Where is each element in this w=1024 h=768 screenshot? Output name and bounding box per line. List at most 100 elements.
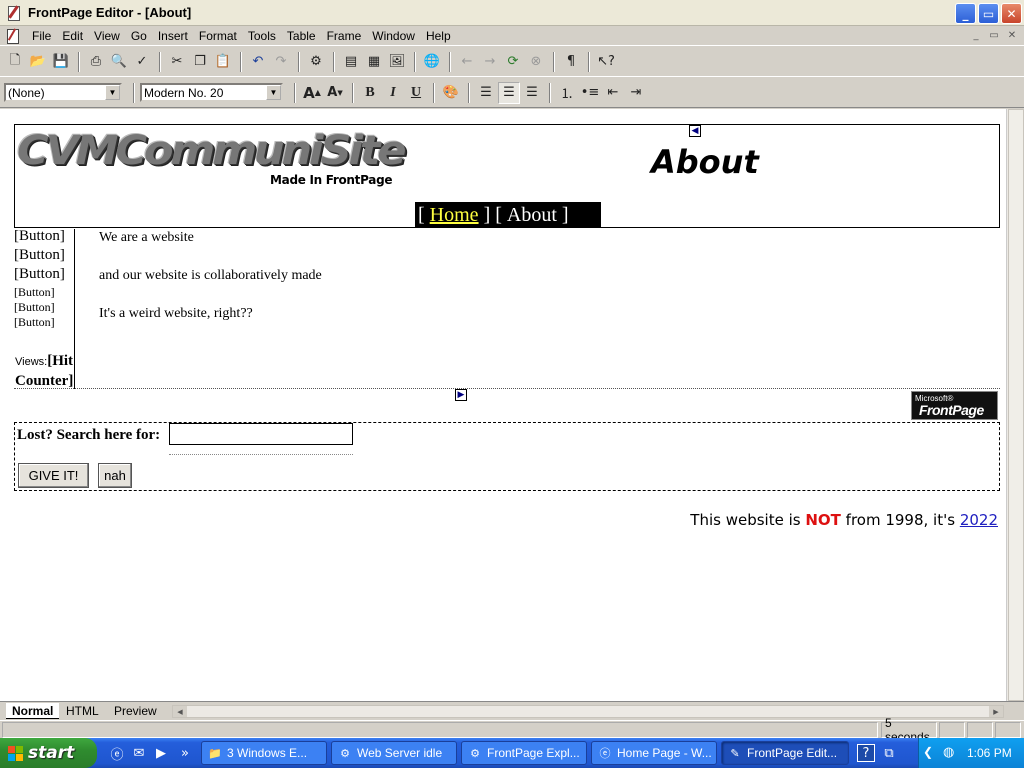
taskbar-frontpage-explorer[interactable]: ⚙ FrontPage Expl... bbox=[461, 741, 587, 765]
back-icon[interactable]: ← bbox=[456, 51, 478, 73]
hyperlink-icon[interactable]: 🌐 bbox=[421, 51, 443, 73]
increase-indent-icon[interactable]: ⇥ bbox=[625, 82, 647, 104]
taskbar-home-page[interactable]: ⓔ Home Page - W... bbox=[591, 741, 717, 765]
stop-icon[interactable]: ⊗ bbox=[525, 51, 547, 73]
sidebar-button-2[interactable]: [Button] bbox=[14, 248, 74, 267]
scroll-right-icon[interactable]: ▶ bbox=[989, 706, 1003, 717]
doc-close-button[interactable]: ✕ bbox=[1004, 28, 1020, 43]
help-icon[interactable]: ? bbox=[857, 744, 875, 762]
editor-canvas[interactable]: CVMCommuniSite Made In FrontPage ◀ About… bbox=[0, 109, 1006, 701]
quick-launch-more-icon[interactable]: » bbox=[176, 744, 194, 762]
nav-link-home[interactable]: Home bbox=[430, 204, 479, 227]
menu-go[interactable]: Go bbox=[125, 29, 152, 43]
menu-edit[interactable]: Edit bbox=[56, 29, 88, 43]
menu-insert[interactable]: Insert bbox=[152, 29, 193, 43]
print-icon[interactable]: ⎙ bbox=[85, 51, 107, 73]
tray-chevron-icon[interactable]: ❮ bbox=[923, 745, 933, 759]
cut-icon[interactable]: ✂ bbox=[166, 51, 188, 73]
close-button[interactable]: ✕ bbox=[1001, 3, 1022, 24]
scroll-left-icon[interactable]: ◀ bbox=[173, 706, 187, 717]
undo-icon[interactable]: ↶ bbox=[247, 51, 269, 73]
scrollbar-thumb[interactable] bbox=[1008, 109, 1024, 701]
document-icon[interactable] bbox=[6, 28, 20, 44]
maximize-button[interactable]: ▭ bbox=[978, 3, 999, 24]
font-dropdown[interactable]: Modern No. 20 ▼ bbox=[140, 83, 283, 102]
title-bar[interactable]: FrontPage Editor - [About] _ ▭ ✕ bbox=[0, 0, 1024, 26]
bulleted-list-icon[interactable]: •≡ bbox=[579, 82, 601, 104]
tab-preview[interactable]: Preview bbox=[108, 703, 163, 719]
menu-frame[interactable]: Frame bbox=[321, 29, 367, 43]
taskbar-frontpage-editor[interactable]: ✎ FrontPage Edit... bbox=[721, 741, 849, 765]
sidebar-button-4[interactable]: [Button] bbox=[14, 286, 74, 301]
search-label: Lost? Search here for: bbox=[17, 427, 161, 443]
restore-icon[interactable]: ⧉ bbox=[880, 744, 898, 762]
numbered-list-icon[interactable]: ⒈ bbox=[556, 82, 578, 104]
menu-format[interactable]: Format bbox=[193, 29, 242, 43]
bookmark-right-arrow-icon[interactable]: ▶ bbox=[455, 389, 467, 401]
increase-font-size-icon[interactable]: A ▲ bbox=[301, 82, 323, 104]
insert-image-icon[interactable]: 🖼 bbox=[386, 51, 408, 73]
taskbar-web-server[interactable]: ⚙ Web Server idle bbox=[331, 741, 457, 765]
align-right-icon[interactable]: ☰ bbox=[521, 82, 543, 104]
start-button[interactable]: start bbox=[0, 738, 97, 768]
tab-html[interactable]: HTML bbox=[60, 703, 105, 719]
redo-icon[interactable]: ↷ bbox=[270, 51, 292, 73]
text-color-icon[interactable]: 🎨 bbox=[440, 82, 462, 104]
paste-icon[interactable]: 📋 bbox=[212, 51, 234, 73]
menu-tools[interactable]: Tools bbox=[242, 29, 281, 43]
spelling-icon[interactable]: ✓ bbox=[131, 51, 153, 73]
clock[interactable]: 1:06 PM bbox=[967, 746, 1012, 760]
style-dropdown[interactable]: (None) ▼ bbox=[4, 83, 122, 102]
save-icon[interactable]: 💾 bbox=[50, 51, 72, 73]
taskbar-windows-explorer[interactable]: 📁 3 Windows E... bbox=[201, 741, 327, 765]
vertical-scrollbar[interactable] bbox=[1006, 109, 1024, 701]
sidebar-button-3[interactable]: [Button] bbox=[14, 267, 74, 286]
search-input[interactable] bbox=[169, 423, 353, 445]
insert-form-field-icon[interactable]: ▤ bbox=[340, 51, 362, 73]
webbot-icon[interactable]: ⚙ bbox=[305, 51, 327, 73]
frontpage-app-icon[interactable] bbox=[6, 5, 22, 21]
menu-file[interactable]: File bbox=[26, 29, 56, 43]
network-icon[interactable]: ◍ bbox=[943, 744, 954, 760]
align-left-icon[interactable]: ☰ bbox=[475, 82, 497, 104]
submit-button[interactable]: GIVE IT! bbox=[18, 463, 89, 488]
status-bar: 5 seconds bbox=[0, 716, 1024, 744]
sidebar-button-5[interactable]: [Button] bbox=[14, 301, 74, 316]
reset-button[interactable]: nah bbox=[98, 463, 132, 488]
horizontal-scrollbar[interactable]: ◀ ▶ bbox=[172, 705, 1004, 718]
underline-button[interactable]: U bbox=[405, 82, 427, 104]
menu-window[interactable]: Window bbox=[366, 29, 420, 43]
nav-link-about[interactable]: About bbox=[507, 204, 557, 227]
new-page-icon[interactable]: 🗋 bbox=[4, 51, 26, 73]
italic-button[interactable]: I bbox=[382, 82, 404, 104]
help-icon[interactable]: ↖? bbox=[595, 51, 617, 73]
footer-year-link[interactable]: 2022 bbox=[960, 511, 998, 529]
doc-minimize-button[interactable]: _ bbox=[968, 28, 984, 43]
forward-icon[interactable]: → bbox=[479, 51, 501, 73]
open-icon[interactable]: 📂 bbox=[27, 51, 49, 73]
chevron-down-icon[interactable]: ▼ bbox=[266, 85, 281, 100]
menu-view[interactable]: View bbox=[88, 29, 125, 43]
align-center-icon[interactable]: ☰ bbox=[498, 81, 520, 104]
internet-explorer-icon[interactable]: ⓔ bbox=[108, 744, 126, 763]
insert-table-icon[interactable]: ▦ bbox=[363, 51, 385, 73]
copy-icon[interactable]: ❐ bbox=[189, 51, 211, 73]
menu-table[interactable]: Table bbox=[281, 29, 321, 43]
show-paragraph-marks-icon[interactable]: ¶ bbox=[560, 51, 582, 73]
outlook-express-icon[interactable]: ✉ bbox=[130, 744, 148, 762]
chevron-down-icon[interactable]: ▼ bbox=[105, 85, 120, 100]
refresh-icon[interactable]: ⟳ bbox=[502, 51, 524, 73]
tab-normal[interactable]: Normal bbox=[6, 703, 60, 719]
minimize-button[interactable]: _ bbox=[955, 3, 976, 24]
sidebar: [Button] [Button] [Button] [Button] [But… bbox=[14, 229, 75, 389]
media-player-icon[interactable]: ▶ bbox=[152, 744, 170, 762]
sidebar-button-1[interactable]: [Button] bbox=[14, 229, 74, 248]
decrease-indent-icon[interactable]: ⇤ bbox=[602, 82, 624, 104]
decrease-font-size-icon[interactable]: A ▼ bbox=[324, 82, 346, 104]
sidebar-button-6[interactable]: [Button] bbox=[14, 316, 74, 331]
bookmark-left-arrow-icon[interactable]: ◀ bbox=[689, 125, 701, 137]
print-preview-icon[interactable]: 🔍 bbox=[108, 51, 130, 73]
bold-button[interactable]: B bbox=[359, 82, 381, 104]
menu-help[interactable]: Help bbox=[420, 29, 456, 43]
doc-restore-button[interactable]: ▭ bbox=[986, 28, 1002, 43]
